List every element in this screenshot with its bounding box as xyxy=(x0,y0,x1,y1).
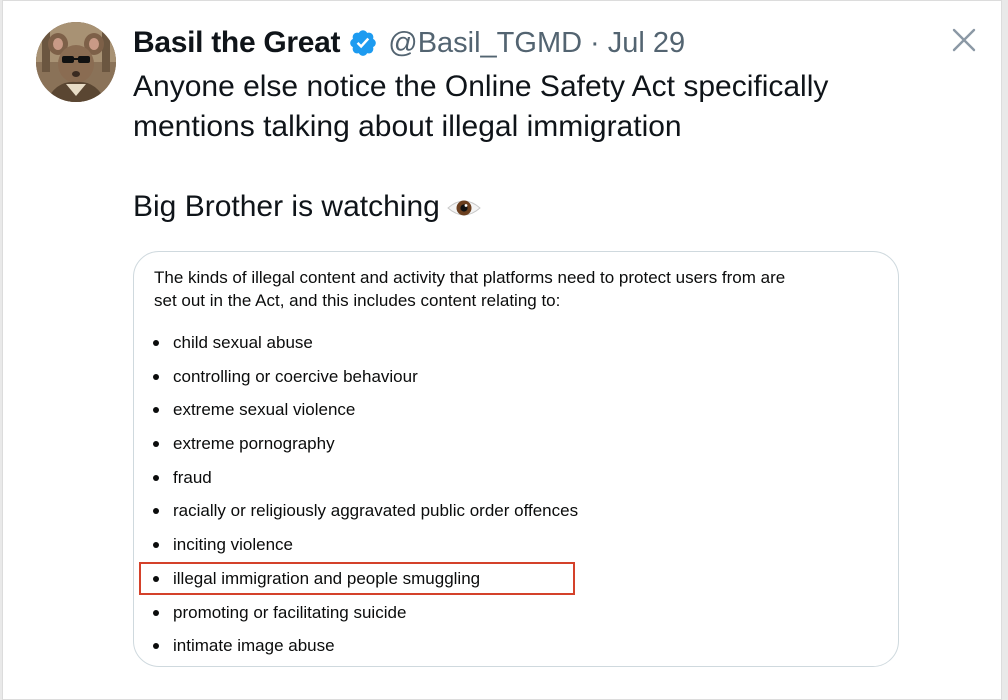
tweet-text-span: Big Brother is watching xyxy=(133,190,440,223)
separator-dot: · xyxy=(590,26,600,59)
avatar[interactable] xyxy=(36,22,116,102)
document-list: child sexual abuse controlling or coerci… xyxy=(152,328,578,665)
author-name[interactable]: Basil the Great xyxy=(133,26,341,60)
list-item: racially or religiously aggravated publi… xyxy=(152,496,578,530)
list-item: controlling or coercive behaviour xyxy=(152,362,578,396)
list-item: intimate image abuse xyxy=(152,631,578,665)
document-intro-line: set out in the Act, and this includes co… xyxy=(154,291,561,310)
list-item: inciting violence xyxy=(152,530,578,564)
list-item: child sexual abuse xyxy=(152,328,578,362)
tweet-date[interactable]: Jul 29 xyxy=(608,27,685,60)
close-icon xyxy=(952,28,976,52)
document-intro-line: The kinds of illegal content and activit… xyxy=(154,268,786,287)
tweet-header: Basil the Great @Basil_TGMD · Jul 29 xyxy=(133,23,685,63)
tweet-card: Basil the Great @Basil_TGMD · Jul 29 Any… xyxy=(2,0,1002,700)
verified-badge-icon xyxy=(348,28,378,58)
close-button[interactable] xyxy=(947,23,981,57)
tweet-text-line: Anyone else notice the Online Safety Act… xyxy=(133,70,829,143)
tweet-text: Anyone else notice the Online Safety Act… xyxy=(133,67,953,233)
tweet-text-line: Big Brother is watching xyxy=(133,187,953,233)
avatar-image xyxy=(36,22,116,102)
list-item: extreme sexual violence xyxy=(152,395,578,429)
document-intro: The kinds of illegal content and activit… xyxy=(154,266,874,312)
list-item: illegal immigration and people smuggling xyxy=(152,564,578,598)
list-item: promoting or facilitating suicide xyxy=(152,598,578,632)
list-item: fraud xyxy=(152,463,578,497)
list-item: extreme pornography xyxy=(152,429,578,463)
tweet-image[interactable]: The kinds of illegal content and activit… xyxy=(133,251,899,667)
eye-emoji-icon xyxy=(446,193,482,233)
author-handle[interactable]: @Basil_TGMD xyxy=(388,27,582,60)
